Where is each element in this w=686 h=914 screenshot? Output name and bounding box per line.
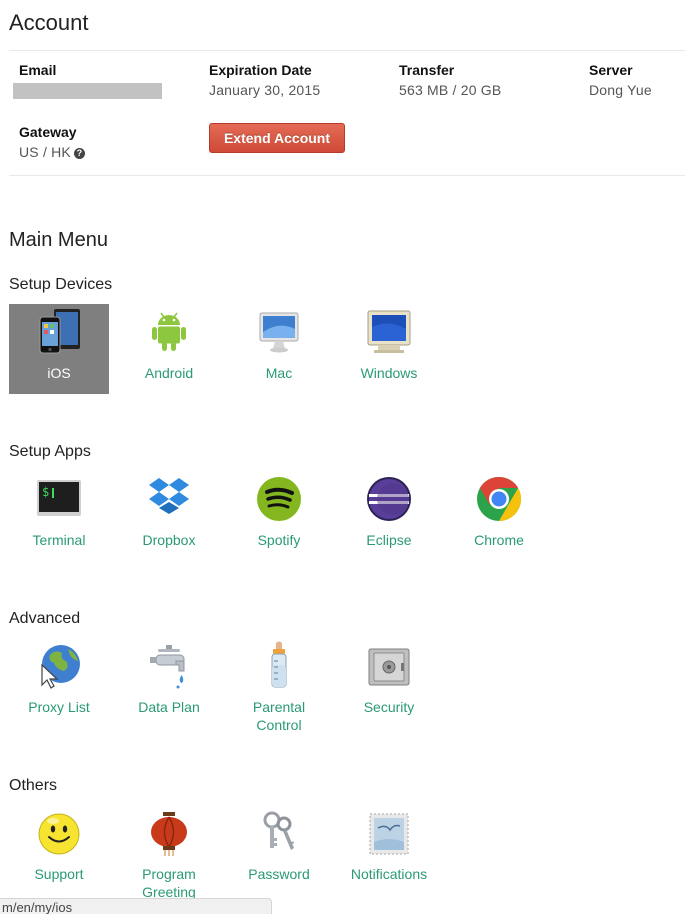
tile-label: Support xyxy=(34,866,84,882)
tile-terminal[interactable]: $ Terminal xyxy=(9,471,109,561)
gateway-field: Gateway US / HK? xyxy=(19,124,85,160)
windows-monitor-icon xyxy=(367,310,411,353)
tile-notifications[interactable]: Notifications xyxy=(339,805,439,895)
tile-eclipse[interactable]: Eclipse xyxy=(339,471,439,561)
tile-label-line1: Parental xyxy=(252,699,306,715)
globe-cursor-icon xyxy=(41,645,80,689)
smiley-icon xyxy=(38,813,80,855)
help-icon[interactable]: ? xyxy=(73,148,85,159)
setup-apps-heading: Setup Apps xyxy=(9,443,91,460)
faucet-icon xyxy=(150,645,185,689)
tile-label-line2: Control xyxy=(256,717,302,733)
tile-dropbox[interactable]: Dropbox xyxy=(119,471,219,561)
tile-label: Terminal xyxy=(32,532,86,548)
email-label: Email xyxy=(19,62,57,78)
spotify-icon xyxy=(257,477,301,521)
tile-password[interactable]: Password xyxy=(229,805,329,895)
tile-label: Windows xyxy=(360,365,418,381)
expiration-label: Expiration Date xyxy=(209,62,312,78)
transfer-label: Transfer xyxy=(399,62,455,78)
status-bar-url: m/en/my/ios xyxy=(0,898,272,914)
tile-security[interactable]: Security xyxy=(339,638,439,728)
main-menu-title: Main Menu xyxy=(9,229,108,251)
tile-support[interactable]: Support xyxy=(9,805,109,895)
transfer-field: Transfer 563 MB / 20 GB xyxy=(399,62,501,98)
tile-ios[interactable]: iOS xyxy=(9,304,109,394)
tile-label: Dropbox xyxy=(142,532,196,548)
expiration-value: January 30, 2015 xyxy=(209,82,321,98)
tile-label: Chrome xyxy=(474,532,524,548)
tile-parental-control[interactable]: Parental Control xyxy=(229,638,329,733)
ios-devices-icon xyxy=(39,309,80,354)
tile-label: Program Greeting xyxy=(114,865,224,901)
transfer-value: 563 MB / 20 GB xyxy=(399,82,502,98)
expiration-field: Expiration Date January 30, 2015 xyxy=(209,62,320,98)
email-value-redacted xyxy=(13,83,162,99)
eclipse-icon xyxy=(367,477,411,521)
safe-icon xyxy=(368,648,410,686)
advanced-heading: Advanced xyxy=(9,610,81,627)
tile-label-line1: Program xyxy=(142,866,196,882)
others-heading: Others xyxy=(9,777,58,794)
tile-android[interactable]: Android xyxy=(119,304,219,394)
tile-data-plan[interactable]: Data Plan xyxy=(119,638,219,728)
chrome-icon xyxy=(477,476,522,522)
server-label: Server xyxy=(589,62,633,78)
android-icon xyxy=(152,312,186,351)
tile-label: iOS xyxy=(47,365,71,381)
setup-devices-heading: Setup Devices xyxy=(9,276,113,293)
baby-bottle-icon xyxy=(271,641,287,688)
tile-label: Password xyxy=(248,866,310,882)
tile-label: Security xyxy=(363,699,415,715)
tile-program-greeting[interactable]: Program Greeting xyxy=(119,805,219,900)
tile-label: Mac xyxy=(265,365,293,381)
tile-label: Proxy List xyxy=(28,699,90,715)
gateway-value: US / HK xyxy=(19,144,71,160)
divider xyxy=(9,50,685,51)
tile-chrome[interactable]: Chrome xyxy=(449,471,549,561)
extend-account-button[interactable]: Extend Account xyxy=(209,123,345,153)
tile-windows[interactable]: Windows xyxy=(339,304,439,394)
tile-label: Android xyxy=(144,365,194,381)
gateway-label: Gateway xyxy=(19,124,77,140)
terminal-icon: $ xyxy=(37,480,81,516)
email-field: Email xyxy=(13,62,162,99)
tile-spotify[interactable]: Spotify xyxy=(229,471,329,561)
lantern-icon xyxy=(151,812,187,856)
tile-mac[interactable]: Mac xyxy=(229,304,329,394)
tile-label: Eclipse xyxy=(366,532,412,548)
tile-label: Spotify xyxy=(257,532,301,548)
tile-label: Notifications xyxy=(350,866,428,882)
dropbox-icon xyxy=(149,478,189,514)
divider xyxy=(9,175,685,176)
keys-icon xyxy=(263,811,295,850)
tile-proxy-list[interactable]: Proxy List xyxy=(9,638,109,728)
server-value: Dong Yue xyxy=(589,82,652,98)
svg-text:$: $ xyxy=(42,485,49,499)
account-title: Account xyxy=(9,10,89,35)
imac-icon xyxy=(259,312,299,353)
stamp-icon xyxy=(369,813,409,855)
server-field: Server Dong Yue xyxy=(589,62,652,98)
tile-label: Parental Control xyxy=(224,698,334,734)
tile-label: Data Plan xyxy=(138,699,200,715)
